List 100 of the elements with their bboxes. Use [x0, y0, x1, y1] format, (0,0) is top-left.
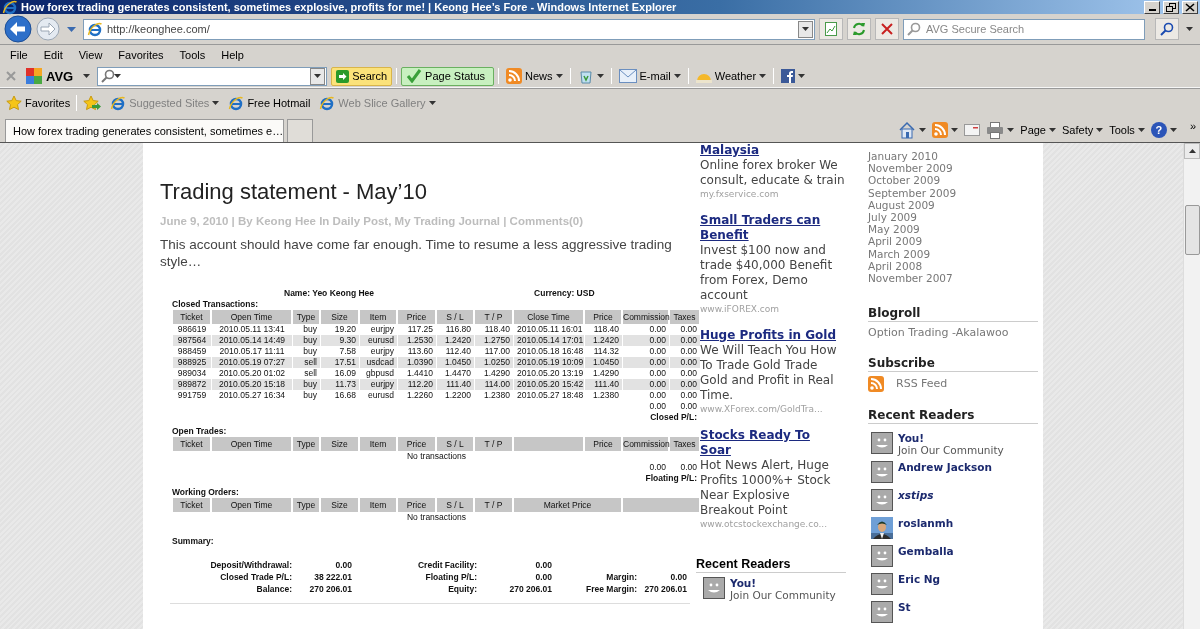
- table-cell: 1.2750: [475, 335, 513, 346]
- caret-icon: [212, 100, 220, 105]
- table-cell: 111.40: [585, 379, 622, 390]
- menu-item[interactable]: Tools: [171, 45, 214, 65]
- ad-title[interactable]: Malaysia: [700, 143, 845, 158]
- favorites-button[interactable]: Favorites: [3, 88, 74, 117]
- news-button[interactable]: News: [503, 65, 566, 87]
- chart-page-icon: [823, 21, 839, 37]
- ad-text: We Will Teach You How To Trade Gold Trade Gold and Profit in Real Time.: [700, 343, 838, 403]
- table-cell: 9.30: [321, 335, 359, 346]
- restore-button[interactable]: [1163, 0, 1179, 14]
- rss-icon: [932, 122, 949, 138]
- command-menu[interactable]: Page: [1017, 118, 1059, 142]
- menu-item[interactable]: File: [2, 45, 36, 65]
- feed-link[interactable]: RSS Feed: [868, 376, 1038, 393]
- column-header: Taxes: [670, 437, 700, 451]
- mail-button[interactable]: E-mail: [615, 65, 684, 87]
- table-cell: 987564: [173, 335, 211, 346]
- column-header: Taxes: [670, 310, 700, 324]
- scrollbar[interactable]: [1183, 143, 1200, 629]
- archive-link[interactable]: October 2009: [868, 174, 1038, 187]
- menu-item[interactable]: Favorites: [110, 45, 172, 65]
- archive-link[interactable]: November 2009: [868, 162, 1038, 175]
- address-field[interactable]: http://keonghee.com/: [83, 18, 815, 40]
- browser-icon: [110, 94, 127, 111]
- archive-link[interactable]: July 2009: [868, 211, 1038, 224]
- search-button[interactable]: [1155, 18, 1179, 40]
- command-menu[interactable]: Safety: [1059, 118, 1107, 142]
- page-status-button[interactable]: Page Status: [401, 66, 494, 86]
- arrow-box-icon: [336, 69, 350, 83]
- column-header: T / P: [475, 310, 513, 324]
- favorites-link[interactable]: Free Hotmail: [225, 88, 314, 117]
- reader-name[interactable]: Gemballa: [898, 546, 954, 557]
- reader-name[interactable]: St: [898, 602, 911, 613]
- column-header: Item: [360, 310, 397, 324]
- table-cell-text: 1.4470: [444, 368, 472, 379]
- help-button[interactable]: ?: [1147, 118, 1180, 142]
- reader-name[interactable]: roslanmh: [898, 518, 954, 529]
- archive-link[interactable]: May 2009: [868, 223, 1038, 236]
- reader-name[interactable]: xstips: [898, 490, 934, 501]
- square-logo-icon: [781, 69, 796, 83]
- column-header: T / P: [475, 437, 513, 451]
- rss-icon: [506, 68, 522, 84]
- menu-item[interactable]: Help: [213, 45, 252, 65]
- back-button[interactable]: [4, 14, 32, 44]
- column-header: Close Time: [514, 310, 584, 324]
- empty-message: No transactions: [405, 512, 468, 523]
- table-cell: 112.20: [398, 379, 436, 390]
- summary-label: Closed Trade P/L:: [219, 571, 292, 583]
- column-header: S / L: [437, 437, 474, 451]
- blogroll-link[interactable]: Option Trading -Akalawoo: [868, 326, 1038, 341]
- reader-name[interactable]: Andrew Jackson: [898, 462, 992, 473]
- stop-button[interactable]: [875, 18, 899, 40]
- archive-link[interactable]: March 2009: [868, 247, 1038, 260]
- search-field[interactable]: AVG Secure Search: [903, 18, 1145, 40]
- search-button[interactable]: Search: [331, 66, 393, 86]
- browser-tab[interactable]: How forex trading generates consistent, sometimes e…: [5, 119, 284, 142]
- compatibility-button[interactable]: [819, 18, 843, 40]
- caret-icon: [759, 74, 767, 78]
- archive-link[interactable]: September 2009: [868, 186, 1038, 199]
- reader-name[interactable]: You!: [898, 433, 1004, 445]
- archive-link[interactable]: January 2010: [868, 150, 1038, 163]
- minimize-button[interactable]: [1144, 0, 1160, 14]
- column-header: Type: [293, 310, 320, 324]
- archive-link[interactable]: April 2008: [868, 259, 1038, 273]
- reader-name[interactable]: Eric Ng: [898, 574, 941, 585]
- archive-link[interactable]: April 2009: [868, 235, 1038, 248]
- reader-name[interactable]: You!: [730, 578, 836, 589]
- more-button[interactable]: »: [1179, 120, 1196, 132]
- menu-item[interactable]: Edit: [35, 45, 71, 65]
- toolbar-logo[interactable]: AVG: [23, 65, 77, 87]
- summary-value: 0.00: [534, 571, 552, 583]
- table-cell-text: 2010.05.17 11:11: [218, 346, 286, 357]
- menu-item[interactable]: View: [70, 45, 111, 65]
- table-cell-text: 989034: [176, 368, 208, 379]
- weather-button[interactable]: Weather: [692, 65, 770, 87]
- scroll-thumb[interactable]: [1184, 205, 1200, 255]
- table-cell-text: 1.2380: [592, 390, 620, 401]
- table-cell-text: 1.4290: [483, 368, 511, 379]
- toolbar-search-field[interactable]: [97, 66, 328, 86]
- table-cell-text: 988459: [176, 346, 208, 357]
- search-icon: [1160, 22, 1174, 36]
- total-value: 0.00: [679, 401, 698, 412]
- command-menu[interactable]: Tools: [1106, 118, 1148, 142]
- post-title[interactable]: Trading statement - May’10: [160, 179, 690, 205]
- archive-link[interactable]: August 2009: [868, 198, 1038, 211]
- dropdown-button[interactable]: [798, 20, 813, 38]
- caret-icon: [428, 100, 436, 105]
- table-cell-text: 118.40: [592, 324, 620, 335]
- column-header: Size: [321, 310, 359, 324]
- ad-title[interactable]: Huge Profits in Gold: [700, 328, 845, 343]
- table-cell-text: buy: [302, 346, 318, 357]
- ad-title[interactable]: Stocks Ready To Soar: [700, 428, 845, 458]
- close-button[interactable]: [1182, 0, 1198, 14]
- ad-title[interactable]: Small Traders can Benefit: [700, 213, 845, 243]
- table-cell-text: 19.20: [333, 324, 357, 335]
- scroll-up-button[interactable]: [1184, 143, 1200, 159]
- envelope-icon: [964, 124, 981, 136]
- archive-link[interactable]: November 2007: [868, 272, 1038, 285]
- refresh-button[interactable]: [847, 18, 871, 40]
